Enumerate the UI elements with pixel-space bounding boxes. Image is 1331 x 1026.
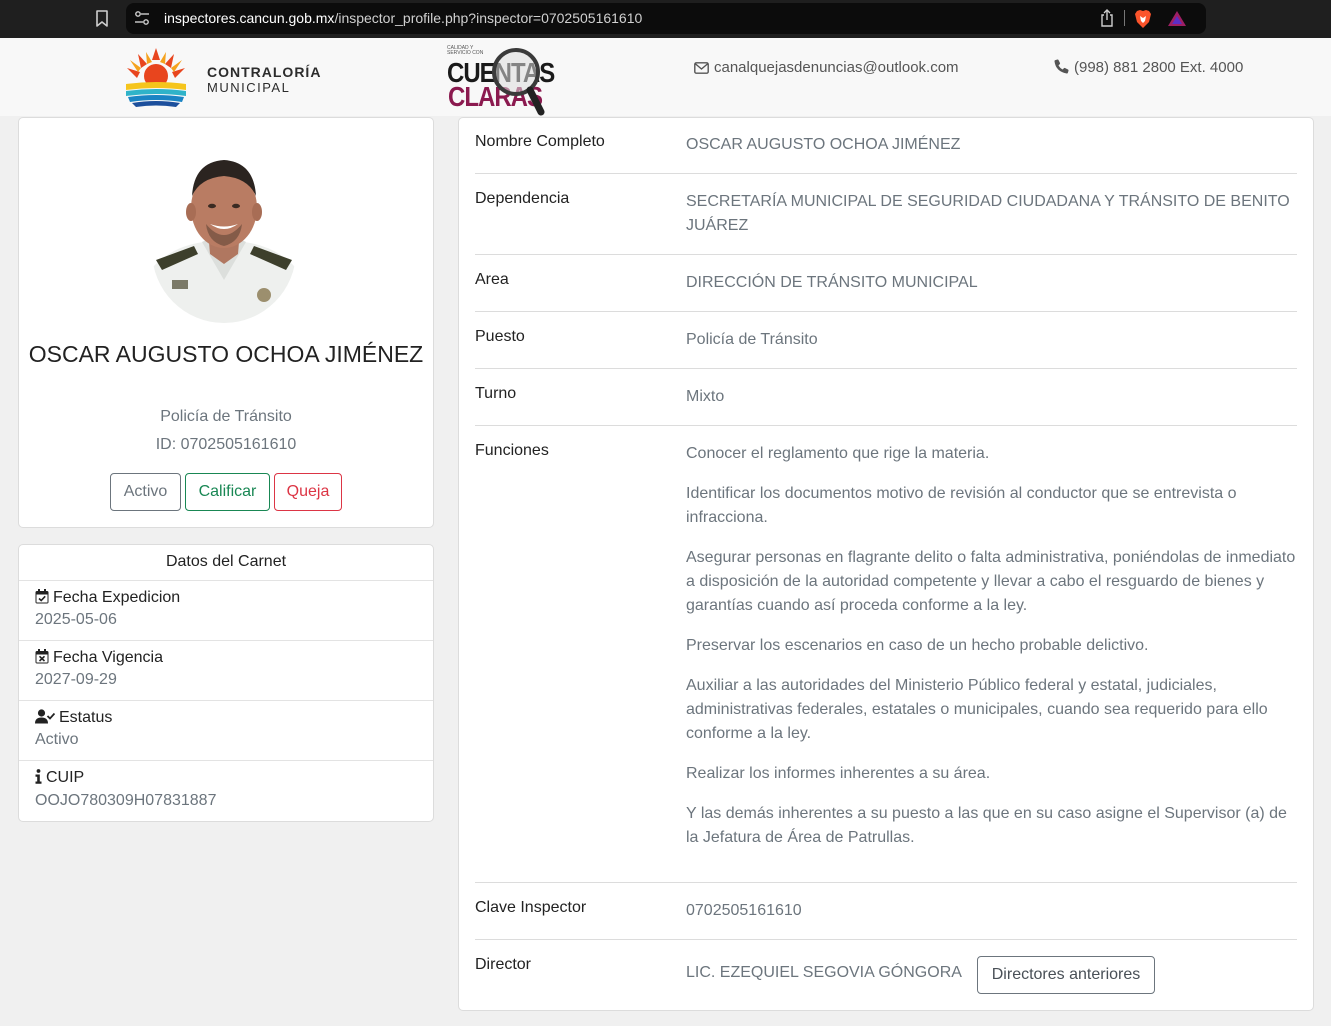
funcion-item: Preservar los escenarios en caso de un h… <box>686 637 1149 654</box>
url-path: /inspector_profile.php?inspector=0702505… <box>334 10 643 26</box>
divider <box>19 640 433 641</box>
carnet-label-expedicion: Fecha Expedicion <box>35 589 180 607</box>
funcion-item: Asegurar personas en flagrante delito o … <box>686 549 1296 614</box>
detail-label-nombre: Nombre Completo <box>475 133 605 150</box>
contraloria-logo-icon[interactable] <box>124 46 188 108</box>
directores-anteriores-button[interactable]: Directores anteriores <box>977 956 1155 994</box>
cuentas-claras-tagline: CALIDAD Y SERVICIO CON <box>447 45 484 56</box>
carnet-value-expedicion: 2025-05-06 <box>35 611 117 628</box>
divider <box>19 700 433 701</box>
contact-email-text: canalquejasdenuncias@outlook.com <box>714 59 959 76</box>
contact-phone-text: (998) 881 2800 Ext. 4000 <box>1074 59 1244 76</box>
divider <box>475 939 1297 940</box>
detail-value-dependencia: SECRETARÍA MUNICIPAL DE SEGURIDAD CIUDAD… <box>686 193 1290 234</box>
user-check-icon <box>35 709 55 724</box>
site-header <box>0 38 1331 116</box>
divider <box>19 580 433 581</box>
carnet-label-expedicion-text: Fecha Expedicion <box>53 589 181 606</box>
bookmark-icon[interactable] <box>96 10 108 27</box>
browser-toolbar: inspectores.cancun.gob.mx/inspector_prof… <box>0 0 1331 38</box>
profile-id: ID: 0702505161610 <box>155 436 297 453</box>
profile-position: Policía de Tránsito <box>160 408 292 425</box>
detail-value-turno: Mixto <box>686 388 725 405</box>
detail-value-nombre: OSCAR AUGUSTO OCHOA JIMÉNEZ <box>686 136 961 153</box>
contact-phone[interactable]: (998) 881 2800 Ext. 4000 <box>1054 59 1243 76</box>
logo-title: CONTRALORÍA <box>207 64 322 80</box>
divider <box>475 254 1297 255</box>
carnet-value-vigencia: 2027-09-29 <box>35 671 117 688</box>
funcion-item: Auxiliar a las autoridades del Ministeri… <box>686 677 1268 742</box>
url-text[interactable]: inspectores.cancun.gob.mx/inspector_prof… <box>164 10 642 26</box>
carnet-label-estatus: Estatus <box>35 709 112 727</box>
carnet-label-vigencia: Fecha Vigencia <box>35 649 163 667</box>
divider <box>475 882 1297 883</box>
detail-label-area: Area <box>475 271 509 288</box>
detail-label-dependencia: Dependencia <box>475 190 570 207</box>
info-icon <box>35 769 42 784</box>
calificar-button[interactable]: Calificar <box>185 473 270 511</box>
carnet-label-cuip: CUIP <box>35 769 84 787</box>
detail-value-puesto: Policía de Tránsito <box>686 331 818 348</box>
detail-label-funciones: Funciones <box>475 442 549 459</box>
detail-label-director: Director <box>475 956 532 973</box>
divider <box>475 173 1297 174</box>
detail-label-turno: Turno <box>475 385 517 402</box>
envelope-icon <box>694 62 709 74</box>
divider <box>475 368 1297 369</box>
carnet-title: Datos del Carnet <box>165 553 287 570</box>
phone-icon <box>1054 59 1069 74</box>
detail-label-puesto: Puesto <box>475 328 525 345</box>
inspector-photo <box>152 160 296 323</box>
carnet-label-vigencia-text: Fecha Vigencia <box>53 649 163 666</box>
url-host: inspectores.cancun.gob.mx <box>164 10 335 26</box>
rewards-triangle-icon[interactable] <box>1167 10 1187 27</box>
carnet-value-estatus: Activo <box>35 731 79 748</box>
carnet-label-estatus-text: Estatus <box>59 709 113 726</box>
brave-shield-icon[interactable] <box>1134 9 1152 29</box>
calendar-x-icon <box>35 649 49 664</box>
share-icon[interactable] <box>1100 9 1114 27</box>
carnet-label-cuip-text: CUIP <box>46 769 85 786</box>
magnifier-icon <box>492 48 545 116</box>
detail-value-director: LIC. EZEQUIEL SEGOVIA GÓNGORA <box>686 964 962 981</box>
queja-button[interactable]: Queja <box>274 473 342 511</box>
toolbar-separator <box>1124 10 1125 26</box>
divider <box>475 425 1297 426</box>
calendar-check-icon <box>35 589 49 604</box>
contact-email[interactable]: canalquejasdenuncias@outlook.com <box>694 59 959 76</box>
logo-subtitle: MUNICIPAL <box>207 80 291 95</box>
detail-value-clave: 0702505161610 <box>686 902 802 919</box>
divider <box>19 760 433 761</box>
profile-name: OSCAR AUGUSTO OCHOA JIMÉNEZ <box>28 341 424 367</box>
site-settings-icon[interactable] <box>134 10 150 26</box>
carnet-value-cuip: OOJO780309H07831887 <box>35 792 217 809</box>
funcion-item: Conocer el reglamento que rige la materi… <box>686 445 990 462</box>
funcion-item: Identificar los documentos motivo de rev… <box>686 485 1237 526</box>
funcion-item: Realizar los informes inherentes a su ár… <box>686 765 991 782</box>
activo-button[interactable]: Activo <box>110 473 181 511</box>
divider <box>475 311 1297 312</box>
funcion-item: Y las demás inherentes a su puesto a las… <box>686 805 1287 846</box>
detail-value-area: DIRECCIÓN DE TRÁNSITO MUNICIPAL <box>686 274 978 291</box>
detail-label-clave: Clave Inspector <box>475 899 587 916</box>
